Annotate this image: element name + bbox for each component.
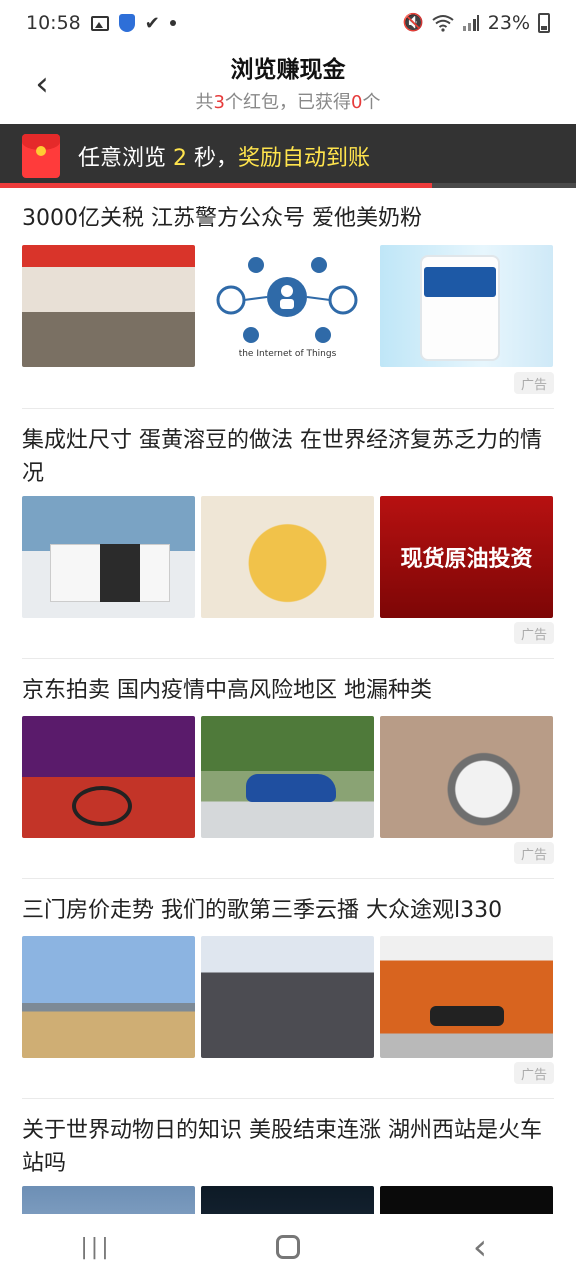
iot-caption: the Internet of Things	[238, 349, 337, 359]
gallery-notification-icon	[90, 15, 109, 31]
red-packet-earned: 0	[351, 92, 363, 113]
feed-item-title[interactable]: 集成灶尺寸 蛋黄溶豆的做法 在世界经济复苏乏力的情况	[22, 424, 554, 490]
car-grille-icon	[430, 1006, 504, 1026]
reward-text-highlight: 奖励自动到账	[238, 146, 371, 171]
system-back-button[interactable]: ‹	[450, 1222, 510, 1272]
wifi-icon	[432, 15, 454, 32]
feed-item-title[interactable]: 关于世界动物日的知识 美股结束连涨 湖州西站是火车站吗	[22, 1114, 554, 1180]
summary-prefix: 共	[195, 92, 214, 113]
ad-badge: 广告	[514, 842, 554, 864]
reward-text-middle: 秒，	[187, 146, 238, 171]
feed-divider	[22, 658, 554, 659]
more-notifications-dot-icon	[169, 20, 176, 26]
shield-notification-icon	[118, 14, 135, 32]
recent-apps-button[interactable]: |||	[66, 1222, 126, 1272]
aptamil-formula-image[interactable]	[380, 245, 553, 367]
feed-item-images[interactable]: the Internet of Things	[22, 245, 554, 367]
feed-item-title[interactable]: 京东拍卖 国内疫情中高风险地区 地漏种类	[22, 674, 554, 707]
recent-apps-icon: |||	[80, 1234, 112, 1260]
feed-divider	[22, 878, 554, 879]
home-icon	[276, 1235, 300, 1259]
ad-badge: 广告	[514, 1062, 554, 1084]
floor-drain-image[interactable]	[380, 716, 553, 838]
check-notification-icon: ✔	[144, 12, 160, 34]
feed-item-images[interactable]: 现货原油投资	[22, 496, 554, 618]
red-envelope-icon	[22, 134, 60, 178]
orange-suv-image[interactable]	[380, 936, 553, 1058]
beach-landscape-image[interactable]	[22, 936, 195, 1058]
feed-item-title[interactable]: 三门房价走势 我们的歌第三季云播 大众途观l330	[22, 894, 554, 927]
mute-icon: 🔇	[402, 13, 424, 33]
battery-icon	[538, 13, 550, 33]
ad-badge: 广告	[514, 622, 554, 644]
oil-ad-text: 现货原油投资	[400, 547, 533, 572]
reward-seconds: 2	[173, 146, 187, 171]
feed-item-title[interactable]: 3000亿关税 江苏警方公众号 爱他美奶粉	[22, 202, 554, 235]
blue-suv-image[interactable]	[201, 716, 374, 838]
integrated-stove-image[interactable]	[22, 496, 195, 618]
red-packet-summary: 共3个红包，已获得0个	[0, 88, 576, 114]
feed-divider	[22, 1098, 554, 1099]
egg-yolk-beans-image[interactable]	[201, 496, 374, 618]
stove-panel-icon	[100, 544, 140, 602]
reward-text-prefix: 任意浏览	[78, 146, 173, 171]
bicycle-icon	[72, 786, 132, 826]
internet-of-things-image[interactable]: the Internet of Things	[201, 245, 374, 367]
status-bar: 10:58 ✔ 🔇 23%	[0, 0, 576, 46]
suv-icon	[246, 774, 336, 802]
formula-can-label-icon	[424, 267, 496, 297]
browse-progress-fill	[0, 183, 432, 188]
ad-badge: 广告	[514, 372, 554, 394]
red-packet-total: 3	[213, 92, 225, 113]
feed-item-images[interactable]	[22, 936, 554, 1058]
feed-divider	[22, 408, 554, 409]
summary-suffix: 个	[362, 92, 381, 113]
reward-instruction: 任意浏览 2 秒，奖励自动到账	[78, 140, 370, 172]
browse-progress-bar	[0, 183, 576, 188]
summary-middle: 个红包，已获得	[225, 92, 351, 113]
system-nav-bar: ||| ‹	[0, 1214, 576, 1280]
crude-oil-ad-image[interactable]: 现货原油投资	[380, 496, 553, 618]
meeting-photo-image[interactable]	[22, 245, 195, 367]
bike-promo-image[interactable]	[22, 716, 195, 838]
page-header: ‹ 浏览赚现金 共3个红包，已获得0个	[0, 46, 576, 124]
back-arrow-icon: ‹	[472, 1226, 488, 1268]
reward-banner: 任意浏览 2 秒，奖励自动到账	[0, 124, 576, 188]
battery-percent: 23%	[487, 12, 530, 34]
page-title: 浏览赚现金	[230, 57, 346, 83]
home-button[interactable]	[258, 1222, 318, 1272]
classroom-lecture-image[interactable]	[201, 936, 374, 1058]
feed-item-images[interactable]	[22, 716, 554, 838]
status-time: 10:58	[26, 12, 81, 34]
signal-icon	[462, 15, 479, 31]
